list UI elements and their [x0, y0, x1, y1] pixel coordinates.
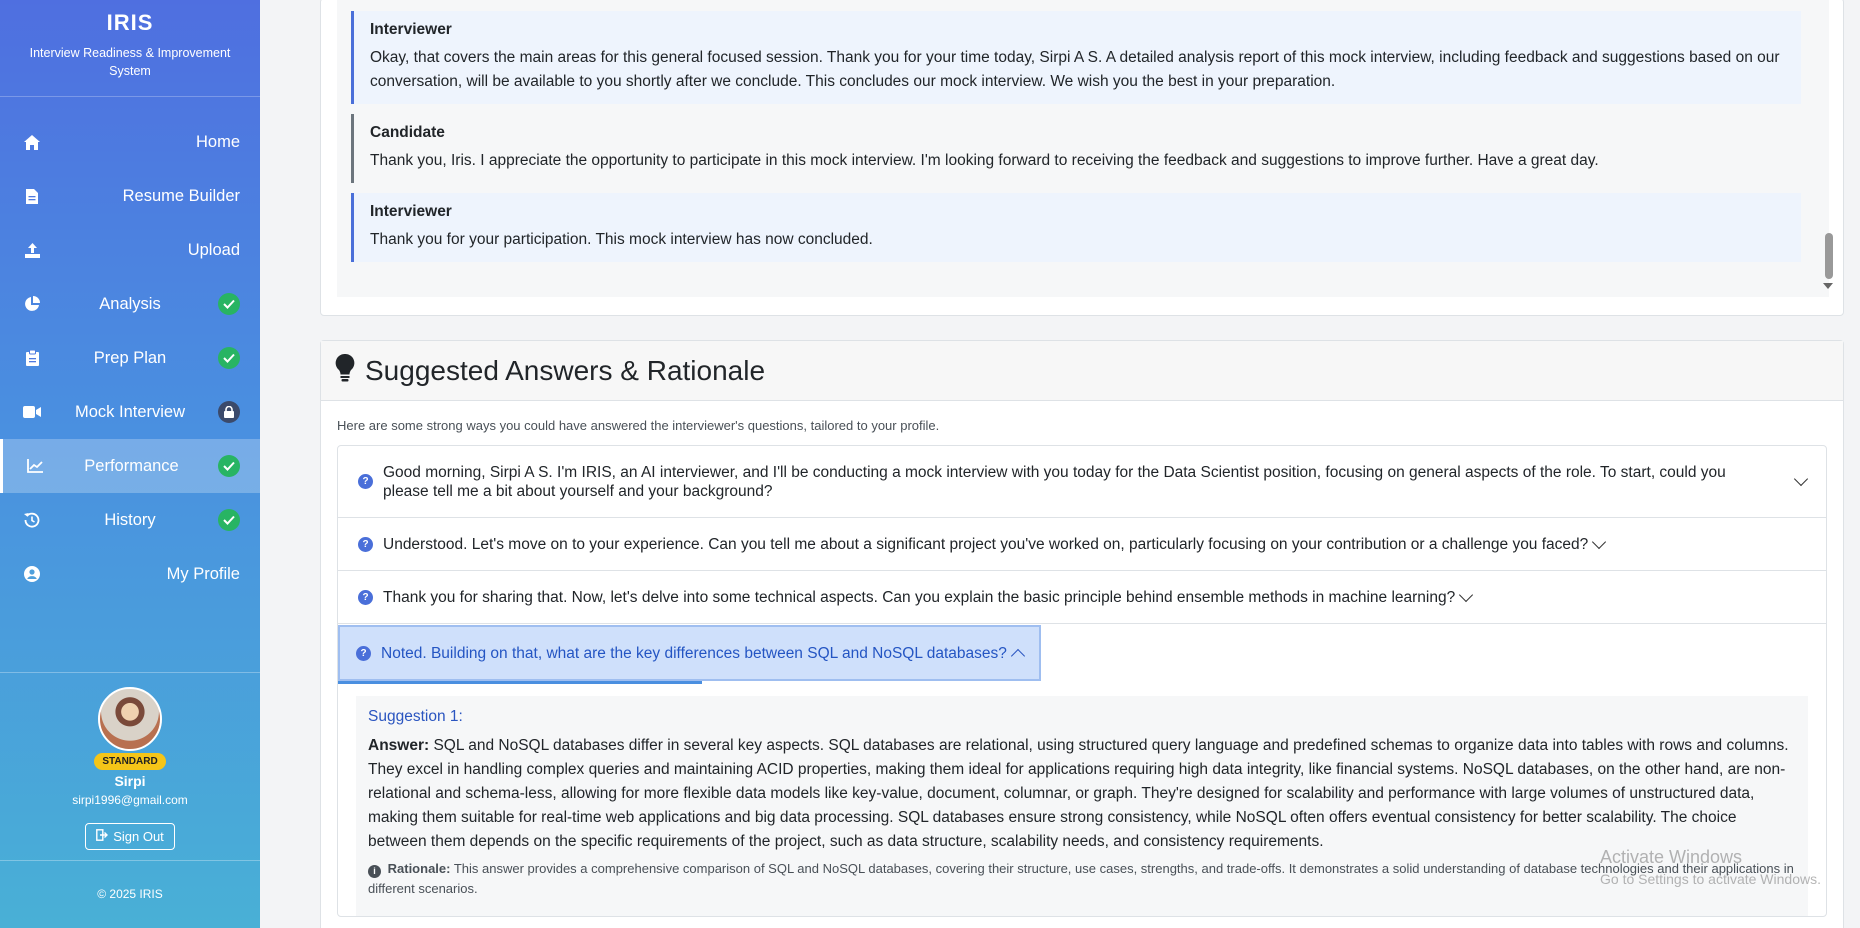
sidebar-item-label: History — [104, 510, 156, 529]
sidebar-item-home[interactable]: Home — [0, 115, 260, 169]
question-circle-icon: ? — [356, 645, 371, 661]
sidebar-item-my-profile[interactable]: My Profile — [0, 547, 260, 601]
accordion-question: Good morning, Sirpi A S. I'm IRIS, an AI… — [383, 463, 1726, 500]
answer-text: SQL and NoSQL databases differ in severa… — [368, 737, 1789, 850]
sidebar-item-performance[interactable]: Performance — [0, 439, 260, 493]
file-icon — [20, 188, 44, 204]
rationale-text: This answer provides a comprehensive com… — [368, 861, 1794, 896]
transcript-message: Interviewer Okay, that covers the main a… — [351, 11, 1801, 104]
sidebar-item-prep-plan[interactable]: Prep Plan — [0, 331, 260, 385]
suggested-answers-intro: Here are some strong ways you could have… — [337, 418, 940, 433]
chevron-down-icon — [1592, 534, 1607, 549]
accordion-item[interactable]: ? Thank you for sharing that. Now, let's… — [338, 571, 1826, 624]
brand-subtitle: Interview Readiness & Improvement System — [29, 46, 231, 78]
user-box: STANDARD Sirpi sirpi1996@gmail.com Sign … — [0, 672, 260, 850]
message-text: Thank you for your participation. This m… — [370, 231, 873, 248]
suggested-answers-card: Suggested Answers & Rationale Here are s… — [320, 340, 1844, 928]
sidebar-item-label: My Profile — [166, 564, 240, 583]
accordion-question: Understood. Let's move on to your experi… — [383, 535, 1589, 553]
question-circle-icon: ? — [358, 536, 373, 552]
user-circle-icon — [20, 566, 44, 582]
sign-out-icon — [96, 829, 109, 844]
accordion-item[interactable]: ? Good morning, Sirpi A S. I'm IRIS, an … — [338, 446, 1826, 518]
sidebar-item-label: Mock Interview — [74, 402, 186, 421]
brand: IRIS Interview Readiness & Improvement S… — [0, 0, 260, 97]
transcript-card: Interviewer Okay, that covers the main a… — [320, 0, 1844, 316]
progress-indicator — [338, 681, 702, 684]
user-name: Sirpi — [114, 773, 146, 789]
chevron-up-icon — [1010, 648, 1025, 663]
lightbulb-icon — [335, 353, 355, 387]
answer-label: Answer: — [368, 737, 430, 754]
transcript-scroll-area[interactable]: Interviewer Okay, that covers the main a… — [337, 0, 1829, 297]
sidebar-item-label: Prep Plan — [93, 348, 167, 367]
accordion-question: Noted. Building on that, what are the ke… — [381, 644, 1007, 662]
accordion-open-header[interactable]: ? Noted. Building on that, what are the … — [338, 625, 1041, 681]
sidebar-item-label: Resume Builder — [122, 186, 240, 205]
sidebar-item-label: Home — [195, 132, 240, 151]
history-icon — [20, 512, 44, 528]
accordion-item[interactable]: ? Understood. Let's move on to your expe… — [338, 518, 1826, 571]
message-role: Interviewer — [370, 203, 452, 220]
upload-icon — [20, 242, 44, 258]
check-icon — [218, 509, 240, 531]
clipboard-icon — [20, 350, 44, 366]
sidebar-item-analysis[interactable]: Analysis — [0, 277, 260, 331]
watermark-title: Activate Windows — [1600, 847, 1743, 867]
suggestion-rationale: i Rationale: This answer provides a comp… — [368, 859, 1796, 899]
question-circle-icon: ? — [358, 474, 373, 489]
check-icon — [218, 455, 240, 477]
video-icon — [20, 406, 44, 418]
accordion-item-open[interactable]: ? Noted. Building on that, what are the … — [338, 624, 1826, 684]
transcript-message: Interviewer Thank you for your participa… — [351, 193, 1801, 262]
sign-out-label: Sign Out — [113, 829, 164, 844]
message-role: Candidate — [370, 124, 445, 141]
chevron-down-icon — [1793, 471, 1809, 487]
line-chart-icon — [23, 459, 47, 473]
avatar[interactable] — [98, 687, 162, 751]
sign-out-button[interactable]: Sign Out — [85, 823, 175, 850]
sidebar-item-mock-interview[interactable]: Mock Interview — [0, 385, 260, 439]
sidebar-item-history[interactable]: History — [0, 493, 260, 547]
main-content: Interviewer Okay, that covers the main a… — [260, 0, 1860, 928]
rationale-label: Rationale: — [387, 861, 451, 876]
suggestion-answer: Answer: SQL and NoSQL databases differ i… — [368, 734, 1796, 854]
chevron-down-icon — [1459, 587, 1474, 602]
suggested-answers-header: Suggested Answers & Rationale — [321, 341, 1843, 401]
pie-chart-icon — [20, 296, 44, 312]
sidebar-item-resume-builder[interactable]: Resume Builder — [0, 169, 260, 223]
plan-badge: STANDARD — [94, 753, 166, 770]
scroll-down-arrow-icon[interactable] — [1823, 283, 1833, 289]
sidebar-nav: Home Resume Builder Upload Analysis Prep… — [0, 115, 260, 601]
transcript-message: Candidate Thank you, Iris. I appreciate … — [351, 114, 1801, 183]
suggestion-title: Suggestion 1: — [368, 708, 463, 725]
scrollbar-thumb[interactable] — [1825, 233, 1833, 279]
user-email: sirpi1996@gmail.com — [72, 793, 188, 807]
question-circle-icon: ? — [358, 589, 373, 605]
sidebar-item-label: Performance — [84, 456, 179, 475]
message-text: Okay, that covers the main areas for thi… — [370, 49, 1780, 90]
suggested-answers-title: Suggested Answers & Rationale — [365, 354, 766, 386]
watermark-subtitle: Go to Settings to activate Windows. — [1600, 871, 1821, 887]
sidebar-item-upload[interactable]: Upload — [0, 223, 260, 277]
check-icon — [218, 293, 240, 315]
brand-name: IRIS — [106, 10, 154, 35]
copyright: © 2025 IRIS — [0, 860, 260, 928]
message-text: Thank you, Iris. I appreciate the opport… — [370, 152, 1599, 169]
sidebar-item-label: Upload — [187, 240, 240, 259]
sidebar-item-label: Analysis — [99, 294, 161, 313]
check-icon — [218, 347, 240, 369]
suggestion-panel: Suggestion 1: Answer: SQL and NoSQL data… — [356, 696, 1808, 916]
home-icon — [20, 134, 44, 150]
accordion-question: Thank you for sharing that. Now, let's d… — [383, 588, 1456, 606]
activate-windows-watermark: Activate Windows Go to Settings to activ… — [1600, 846, 1821, 890]
lock-icon — [218, 401, 240, 423]
sidebar: IRIS Interview Readiness & Improvement S… — [0, 0, 260, 928]
info-icon: i — [368, 864, 381, 878]
message-role: Interviewer — [370, 21, 452, 38]
